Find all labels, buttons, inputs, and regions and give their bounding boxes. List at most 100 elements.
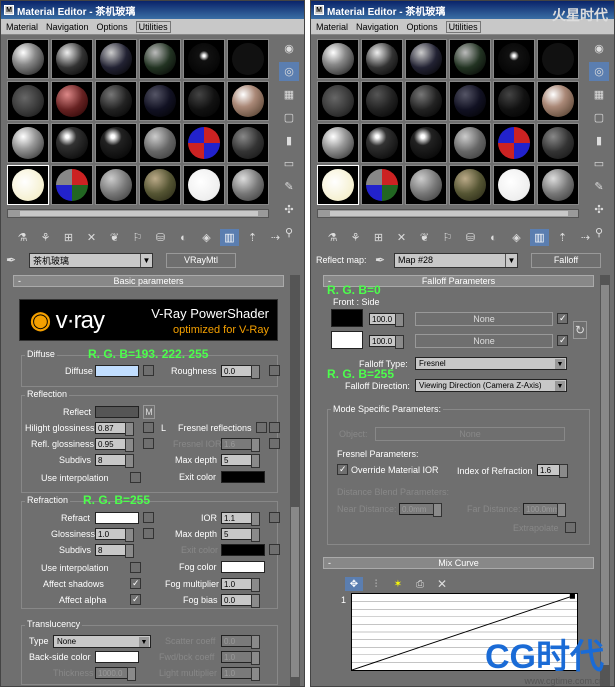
fresnel-ior-map-button[interactable] (269, 438, 280, 449)
material-slot[interactable] (405, 39, 447, 79)
refr-subdivs-spinner[interactable]: 8 (95, 544, 134, 558)
object-pick-button[interactable]: None (375, 427, 565, 441)
move-icon[interactable]: ✥ (345, 577, 363, 591)
material-slot[interactable] (51, 81, 93, 121)
material-slot[interactable] (493, 81, 535, 121)
fwdbck-coeff-spinner[interactable]: 1.0 (221, 651, 260, 665)
material-slot[interactable] (449, 39, 491, 79)
put-library-icon[interactable]: ⛁ (151, 229, 170, 246)
show-end-result-icon[interactable]: ▥ (220, 229, 239, 246)
material-slot[interactable] (51, 165, 93, 205)
material-slot[interactable] (405, 165, 447, 205)
refr-maxdepth-spinner[interactable]: 5 (221, 528, 260, 542)
material-slot[interactable] (7, 123, 49, 163)
material-slot[interactable] (51, 39, 93, 79)
far-distance-spinner[interactable]: 100.0mm (523, 503, 566, 517)
material-slot[interactable] (183, 165, 225, 205)
backlight-icon[interactable]: ◎ (589, 62, 609, 81)
refl-interp-checkbox[interactable] (130, 472, 141, 483)
extrapolate-checkbox[interactable] (565, 522, 576, 533)
reflect-map-button[interactable]: M (143, 405, 155, 419)
material-id-icon[interactable]: ◐ (484, 229, 503, 246)
scroll-thumb[interactable] (330, 211, 568, 216)
refr-exit-color-swatch[interactable] (221, 544, 265, 556)
add-point-icon[interactable]: ✶ (389, 577, 407, 591)
go-sibling-icon[interactable]: ⇢ (266, 229, 285, 246)
roughness-spinner[interactable]: 0.0 (221, 365, 260, 379)
material-slot[interactable] (95, 39, 137, 79)
fog-multiplier-spinner[interactable]: 1.0 (221, 578, 260, 592)
chevron-down-icon[interactable]: ▼ (140, 253, 152, 267)
rollout-mix-curve[interactable]: - Mix Curve (323, 557, 594, 569)
panel-scrollbar[interactable] (290, 275, 300, 686)
make-preview-icon[interactable]: ▭ (279, 154, 299, 173)
refl-maxdepth-spinner[interactable]: 5 (221, 454, 260, 468)
material-slot[interactable] (139, 39, 181, 79)
get-material-icon[interactable]: ⚗ (13, 229, 32, 246)
front-map-button[interactable]: None (415, 312, 553, 326)
refl-glossiness-spinner[interactable]: 0.95 (95, 438, 134, 452)
show-map-icon[interactable]: ◈ (507, 229, 526, 246)
ior-spinner[interactable]: 1.6 (537, 464, 568, 478)
show-map-icon[interactable]: ◈ (197, 229, 216, 246)
material-slot[interactable] (449, 123, 491, 163)
material-name-field[interactable]: 茶机玻璃 ▼ (29, 252, 153, 268)
options-icon[interactable]: ✎ (589, 177, 609, 196)
material-slot[interactable] (183, 123, 225, 163)
menu-navigation[interactable]: Navigation (46, 22, 89, 32)
chevron-down-icon[interactable]: ▼ (555, 381, 565, 391)
select-by-material-icon[interactable]: ✣ (589, 200, 609, 219)
material-slot[interactable] (405, 81, 447, 121)
material-slot[interactable] (361, 81, 403, 121)
assign-material-icon[interactable]: ⊞ (59, 229, 78, 246)
video-check-icon[interactable]: ▮ (589, 131, 609, 150)
go-sibling-icon[interactable]: ⇢ (576, 229, 595, 246)
side-map-button[interactable]: None (415, 334, 553, 348)
get-material-icon[interactable]: ⚗ (323, 229, 342, 246)
material-slot[interactable] (227, 165, 269, 205)
material-slot[interactable] (317, 39, 359, 79)
glossiness-spinner[interactable]: 1.0 (95, 528, 134, 542)
light-multiplier-spinner[interactable]: 1.0 (221, 667, 260, 681)
material-slot[interactable] (361, 123, 403, 163)
material-slot[interactable] (317, 81, 359, 121)
material-slot[interactable] (7, 39, 49, 79)
front-color-swatch[interactable] (331, 309, 363, 327)
put-library-icon[interactable]: ⛁ (461, 229, 480, 246)
affect-shadows-checkbox[interactable] (130, 578, 141, 589)
reset-icon[interactable]: ✕ (82, 229, 101, 246)
material-slot[interactable] (537, 165, 579, 205)
override-ior-checkbox[interactable] (337, 464, 348, 475)
material-slot[interactable] (449, 165, 491, 205)
scatter-coeff-spinner[interactable]: 0.0 (221, 635, 260, 649)
select-by-material-icon[interactable]: ✣ (279, 200, 299, 219)
make-preview-icon[interactable]: ▭ (589, 154, 609, 173)
backlight-icon[interactable]: ◎ (279, 62, 299, 81)
menu-options[interactable]: Options (407, 22, 438, 32)
material-slot[interactable] (493, 165, 535, 205)
thickness-spinner[interactable]: 1000.0 (95, 667, 136, 681)
menu-utilities[interactable]: Utilities (445, 20, 481, 33)
options-icon[interactable]: ✎ (279, 177, 299, 196)
title-bar[interactable]: M Material Editor - 茶机玻璃 (1, 1, 304, 19)
curve-point[interactable] (569, 594, 575, 599)
material-slot[interactable] (537, 81, 579, 121)
ior-spinner[interactable]: 1.1 (221, 512, 260, 526)
diffuse-map-button[interactable] (143, 365, 154, 376)
reset-icon[interactable]: ✕ (392, 229, 411, 246)
diffuse-color-swatch[interactable] (95, 365, 139, 377)
swap-colors-icon[interactable]: ↻ (573, 321, 587, 339)
copy-material-icon[interactable]: ❦ (105, 229, 124, 246)
fog-bias-spinner[interactable]: 0.0 (221, 594, 260, 608)
material-slot[interactable] (95, 123, 137, 163)
background-icon[interactable]: ▦ (279, 85, 299, 104)
put-to-scene-icon[interactable]: ⚘ (36, 229, 55, 246)
reset-curve-icon[interactable]: ✕ (433, 577, 451, 591)
material-slot[interactable] (317, 123, 359, 163)
front-map-checkbox[interactable] (557, 313, 568, 324)
material-id-icon[interactable]: ◐ (174, 229, 193, 246)
material-slot[interactable] (405, 123, 447, 163)
ior-map-button[interactable] (269, 512, 280, 523)
material-slot-selected[interactable] (7, 165, 49, 205)
material-slot[interactable] (493, 39, 535, 79)
